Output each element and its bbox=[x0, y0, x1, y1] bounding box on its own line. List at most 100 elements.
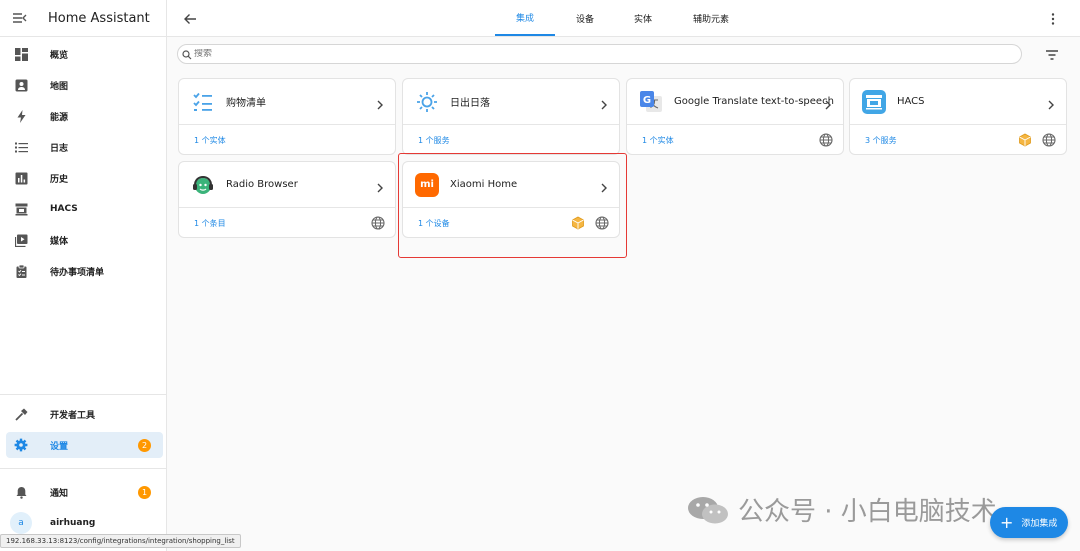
shopping-list-icon bbox=[191, 90, 215, 114]
card-footer: 1 个服务 bbox=[403, 125, 619, 155]
sidebar-item-label: 历史 bbox=[50, 174, 69, 185]
sidebar-item-user[interactable]: a airhuang bbox=[6, 510, 163, 536]
card-header[interactable]: 日出日落 bbox=[403, 79, 619, 125]
tab-helpers[interactable]: 辅助元素 bbox=[681, 0, 741, 36]
sidebar-item-todo[interactable]: 待办事项清单 bbox=[6, 258, 163, 284]
radio-browser-icon bbox=[191, 173, 215, 197]
entity-count-link[interactable]: 1 个实体 bbox=[642, 135, 674, 146]
sidebar-header: Home Assistant bbox=[0, 0, 166, 37]
service-count-link[interactable]: 1 个服务 bbox=[418, 135, 450, 146]
tab-integrations[interactable]: 集成 bbox=[495, 0, 555, 36]
sidebar-item-label: 地图 bbox=[50, 81, 69, 92]
settings-badge: 2 bbox=[138, 438, 151, 452]
sidebar-item-map[interactable]: 地图 bbox=[6, 72, 163, 98]
sidebar-item-label: 通知 bbox=[50, 488, 69, 499]
chevron-right-icon bbox=[599, 96, 609, 110]
sidebar-item-label: 待办事项清单 bbox=[50, 267, 105, 278]
watermark-text: 公众号 · 小白电脑技术 bbox=[738, 497, 997, 527]
card-footer: 3 个服务 bbox=[850, 125, 1066, 155]
cloud-globe-icon bbox=[819, 133, 833, 147]
history-chart-icon bbox=[14, 171, 28, 185]
integration-name: Google Translate text-to-speech bbox=[674, 96, 834, 107]
search-input[interactable] bbox=[194, 49, 974, 59]
sidebar-item-hacs[interactable]: HACS bbox=[6, 196, 163, 222]
hacs-icon bbox=[14, 202, 28, 216]
dashboard-icon bbox=[14, 47, 28, 61]
gear-icon bbox=[14, 438, 28, 452]
integration-card-sun[interactable]: 日出日落 1 个服务 bbox=[402, 78, 620, 155]
hammer-icon bbox=[14, 407, 28, 421]
user-name: airhuang bbox=[50, 518, 96, 528]
lightning-icon bbox=[14, 109, 28, 123]
add-integration-button[interactable]: + 添加集成 bbox=[990, 507, 1068, 538]
tab-devices[interactable]: 设备 bbox=[555, 0, 615, 36]
sidebar-item-developer-tools[interactable]: 开发者工具 bbox=[6, 401, 163, 427]
card-footer: 1 个条目 bbox=[179, 208, 395, 238]
sidebar-item-overview[interactable]: 概览 bbox=[6, 41, 163, 67]
sidebar-item-label: 概览 bbox=[50, 50, 69, 61]
more-vertical-icon[interactable] bbox=[1046, 11, 1060, 25]
sidebar-item-media[interactable]: 媒体 bbox=[6, 227, 163, 253]
svg-text:G: G bbox=[643, 95, 651, 106]
app-title: Home Assistant bbox=[48, 10, 150, 26]
status-bar-url: 192.168.33.13:8123/config/integrations/i… bbox=[0, 534, 241, 548]
plus-icon: + bbox=[1000, 512, 1014, 532]
entity-count-link[interactable]: 1 个实体 bbox=[194, 135, 226, 146]
sidebar-divider bbox=[0, 468, 166, 469]
entry-count-link[interactable]: 1 个条目 bbox=[194, 218, 226, 229]
integration-name: 购物清单 bbox=[226, 98, 266, 109]
logbook-icon bbox=[14, 140, 28, 154]
sidebar-item-label: 能源 bbox=[50, 112, 69, 123]
integration-card-radio-browser[interactable]: Radio Browser 1 个条目 bbox=[178, 161, 396, 238]
sidebar-item-label: 开发者工具 bbox=[50, 410, 96, 421]
tab-entities[interactable]: 实体 bbox=[613, 0, 673, 36]
integration-name: 日出日落 bbox=[450, 98, 490, 109]
integration-name: Radio Browser bbox=[226, 179, 298, 190]
hacs-logo-icon bbox=[862, 89, 886, 114]
chevron-right-icon bbox=[823, 96, 833, 110]
media-icon bbox=[14, 233, 28, 247]
sidebar: Home Assistant 概览 地图 能源 日志 历史 HACS 媒体 待办… bbox=[0, 0, 167, 551]
card-header[interactable]: G Google Translate text-to-speech bbox=[627, 79, 843, 125]
chevron-right-icon bbox=[1046, 96, 1056, 110]
menu-collapse-icon[interactable] bbox=[12, 10, 28, 26]
card-header[interactable]: HACS bbox=[850, 79, 1066, 125]
integration-card-shopping-list[interactable]: 购物清单 1 个实体 bbox=[178, 78, 396, 155]
integration-card-google-translate[interactable]: G Google Translate text-to-speech 1 个实体 bbox=[626, 78, 844, 155]
highlight-box bbox=[398, 153, 627, 258]
add-integration-label: 添加集成 bbox=[1021, 519, 1058, 529]
sidebar-item-settings[interactable]: 设置 2 bbox=[6, 432, 163, 458]
avatar: a bbox=[10, 512, 32, 534]
sidebar-item-logbook[interactable]: 日志 bbox=[6, 134, 163, 160]
sidebar-item-history[interactable]: 历史 bbox=[6, 165, 163, 191]
chevron-right-icon bbox=[375, 179, 385, 193]
integration-card-hacs[interactable]: HACS 3 个服务 bbox=[849, 78, 1067, 155]
sidebar-item-label: HACS bbox=[50, 204, 78, 214]
top-bar: 集成 设备 实体 辅助元素 bbox=[167, 0, 1080, 37]
card-header[interactable]: Radio Browser bbox=[179, 162, 395, 208]
card-header[interactable]: 购物清单 bbox=[179, 79, 395, 125]
bell-icon bbox=[14, 485, 28, 499]
sun-icon bbox=[415, 90, 439, 114]
sidebar-item-notifications[interactable]: 通知 1 bbox=[6, 479, 163, 505]
sidebar-item-label: 日志 bbox=[50, 143, 69, 154]
search-icon bbox=[182, 45, 192, 64]
google-translate-icon: G bbox=[639, 90, 663, 114]
service-count-link[interactable]: 3 个服务 bbox=[865, 135, 897, 146]
integration-name: HACS bbox=[897, 96, 925, 107]
card-footer: 1 个实体 bbox=[627, 125, 843, 155]
notifications-badge: 1 bbox=[138, 485, 151, 499]
search-bar[interactable] bbox=[177, 44, 1022, 64]
back-arrow-icon[interactable] bbox=[183, 11, 197, 25]
card-footer: 1 个实体 bbox=[179, 125, 395, 155]
clipboard-icon bbox=[14, 264, 28, 278]
sidebar-item-label: 媒体 bbox=[50, 236, 69, 247]
watermark: 公众号 · 小白电脑技术 bbox=[686, 491, 997, 528]
cloud-globe-icon bbox=[371, 216, 385, 230]
cloud-globe-icon bbox=[1042, 133, 1056, 147]
sidebar-item-label: 设置 bbox=[50, 441, 69, 452]
sidebar-item-energy[interactable]: 能源 bbox=[6, 103, 163, 129]
custom-integration-box-icon bbox=[1018, 133, 1032, 147]
sidebar-divider bbox=[0, 394, 166, 395]
filter-icon[interactable] bbox=[1044, 47, 1060, 61]
